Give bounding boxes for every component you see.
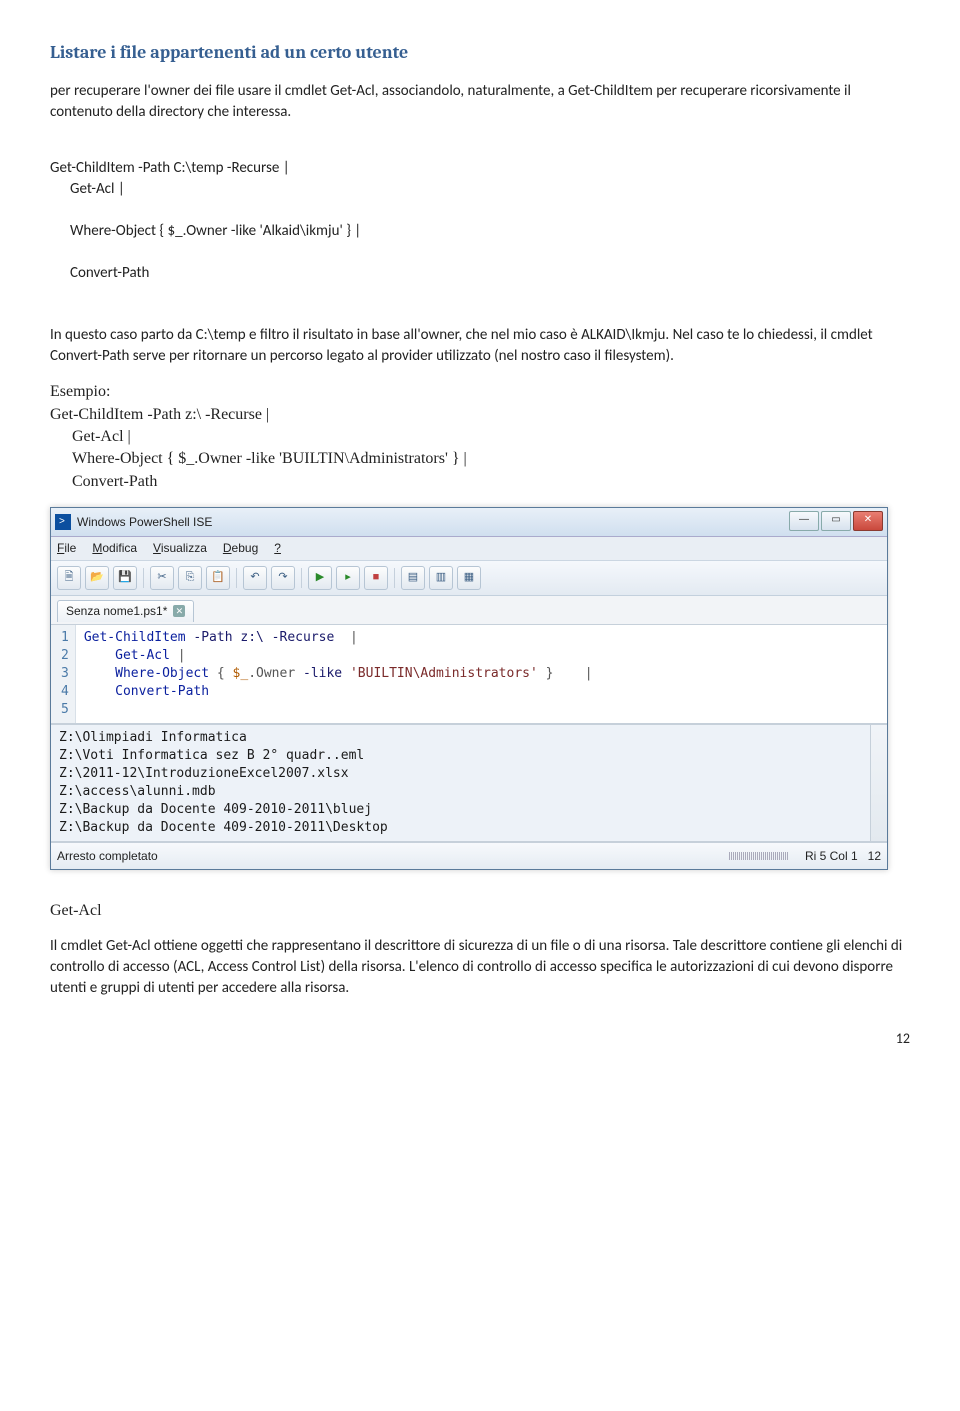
layout-icon[interactable]: ▥: [429, 566, 453, 590]
separator: [143, 568, 144, 588]
code-sample-1: Get-ChildItem -Path C:\temp -Recurse | G…: [50, 137, 910, 305]
output-line: Z:\access\alunni.mdb: [59, 784, 216, 799]
token: .Owner: [248, 666, 303, 681]
menu-file[interactable]: File: [57, 540, 76, 557]
token: $_: [233, 666, 249, 681]
code-line: Convert-Path: [50, 263, 910, 284]
menu-visualizza[interactable]: Visualizza: [153, 540, 207, 557]
code-line: Where-Object { $_.Owner -like 'BUILTIN\A…: [50, 448, 910, 470]
minimize-button[interactable]: —: [789, 511, 819, 531]
code-line: Convert-Path: [50, 471, 910, 493]
close-button[interactable]: ✕: [853, 511, 883, 531]
page-heading: Listare i file appartenenti ad un certo …: [50, 40, 910, 65]
example-label: Esempio:: [50, 383, 110, 400]
code-line: Get-Acl |: [50, 179, 910, 200]
cursor-position: Ri 5 Col 1: [805, 848, 858, 865]
new-icon[interactable]: 🗎: [57, 566, 81, 590]
cut-icon[interactable]: ✂: [150, 566, 174, 590]
close-tab-icon[interactable]: ✕: [173, 605, 185, 617]
code-line: Get-ChildItem -Path C:\temp -Recurse |: [50, 159, 290, 177]
code-line: Get-ChildItem -Path z:\ -Recurse |: [50, 406, 269, 423]
save-icon[interactable]: 💾: [113, 566, 137, 590]
toolbar: 🗎 📂 💾 ✂ ⎘ 📋 ↶ ↷ ▶ ▸ ■ ▤ ▥ ▦: [51, 561, 887, 596]
token: 'BUILTIN\Administrators': [342, 666, 538, 681]
menu-help[interactable]: ?: [274, 540, 281, 557]
getacl-paragraph: Il cmdlet Get-Acl ottiene oggetti che ra…: [50, 936, 910, 999]
powershell-icon: [55, 514, 71, 530]
run-icon[interactable]: ▶: [308, 566, 332, 590]
menubar: File Modifica Visualizza Debug ?: [51, 537, 887, 561]
separator: [301, 568, 302, 588]
line-gutter: 1 2 3 4 5: [51, 625, 76, 723]
token: |: [170, 648, 186, 663]
output-line: Z:\Backup da Docente 409-2010-2011\Deskt…: [59, 820, 388, 835]
token: z:\: [240, 630, 263, 645]
titlebar[interactable]: Windows PowerShell ISE — ▭ ✕: [51, 508, 887, 537]
undo-icon[interactable]: ↶: [243, 566, 267, 590]
token: -Recurse: [264, 630, 350, 645]
output-line: Z:\Voti Informatica sez B 2° quadr..eml: [59, 748, 364, 763]
window-title: Windows PowerShell ISE: [77, 514, 212, 531]
menu-modifica[interactable]: Modifica: [92, 540, 137, 557]
token: |: [350, 630, 358, 645]
token: |: [585, 666, 593, 681]
statusbar: Arresto completato Ri 5 Col 1 12: [51, 842, 887, 869]
token: }: [538, 666, 585, 681]
code-line: Get-Acl |: [50, 426, 910, 448]
file-tab[interactable]: Senza nome1.ps1* ✕: [57, 600, 194, 622]
example-block: Esempio: Get-ChildItem -Path z:\ -Recurs…: [50, 381, 910, 493]
maximize-button[interactable]: ▭: [821, 511, 851, 531]
grip-icon: [729, 852, 789, 860]
section-heading: Get-Acl: [50, 900, 910, 922]
code-area[interactable]: Get-ChildItem -Path z:\ -Recurse | Get-A…: [76, 625, 887, 723]
status-text: Arresto completato: [57, 848, 158, 865]
token: Get-Acl: [115, 648, 170, 663]
output-line: Z:\2011-12\IntroduzioneExcel2007.xlsx: [59, 766, 349, 781]
output-pane[interactable]: Z:\Olimpiadi Informatica Z:\Voti Informa…: [51, 724, 887, 842]
output-line: Z:\Olimpiadi Informatica: [59, 730, 247, 745]
script-editor[interactable]: 1 2 3 4 5 Get-ChildItem -Path z:\ -Recur…: [51, 625, 887, 724]
stop-icon[interactable]: ■: [364, 566, 388, 590]
zoom-level: 12: [868, 848, 881, 865]
layout-icon[interactable]: ▦: [457, 566, 481, 590]
separator: [394, 568, 395, 588]
token: -like: [303, 666, 342, 681]
tabstrip: Senza nome1.ps1* ✕: [51, 596, 887, 625]
open-icon[interactable]: 📂: [85, 566, 109, 590]
token: -Path: [186, 630, 241, 645]
powershell-ise-window: Windows PowerShell ISE — ▭ ✕ File Modifi…: [50, 507, 888, 870]
redo-icon[interactable]: ↷: [271, 566, 295, 590]
paste-icon[interactable]: 📋: [206, 566, 230, 590]
copy-icon[interactable]: ⎘: [178, 566, 202, 590]
token: Convert-Path: [115, 684, 209, 699]
explain-paragraph: In questo caso parto da C:\temp e filtro…: [50, 325, 910, 367]
file-tab-label: Senza nome1.ps1*: [66, 603, 167, 620]
token: Where-Object: [115, 666, 209, 681]
intro-paragraph: per recuperare l'owner dei file usare il…: [50, 81, 910, 123]
menu-debug[interactable]: Debug: [223, 540, 258, 557]
separator: [236, 568, 237, 588]
output-line: Z:\Backup da Docente 409-2010-2011\bluej: [59, 802, 372, 817]
run-selection-icon[interactable]: ▸: [336, 566, 360, 590]
page-number: 12: [50, 1029, 910, 1049]
layout-icon[interactable]: ▤: [401, 566, 425, 590]
token: {: [209, 666, 232, 681]
token: Get-ChildItem: [84, 630, 186, 645]
scrollbar[interactable]: [870, 725, 887, 841]
code-line: Where-Object { $_.Owner -like 'Alkaid\ik…: [50, 221, 910, 242]
